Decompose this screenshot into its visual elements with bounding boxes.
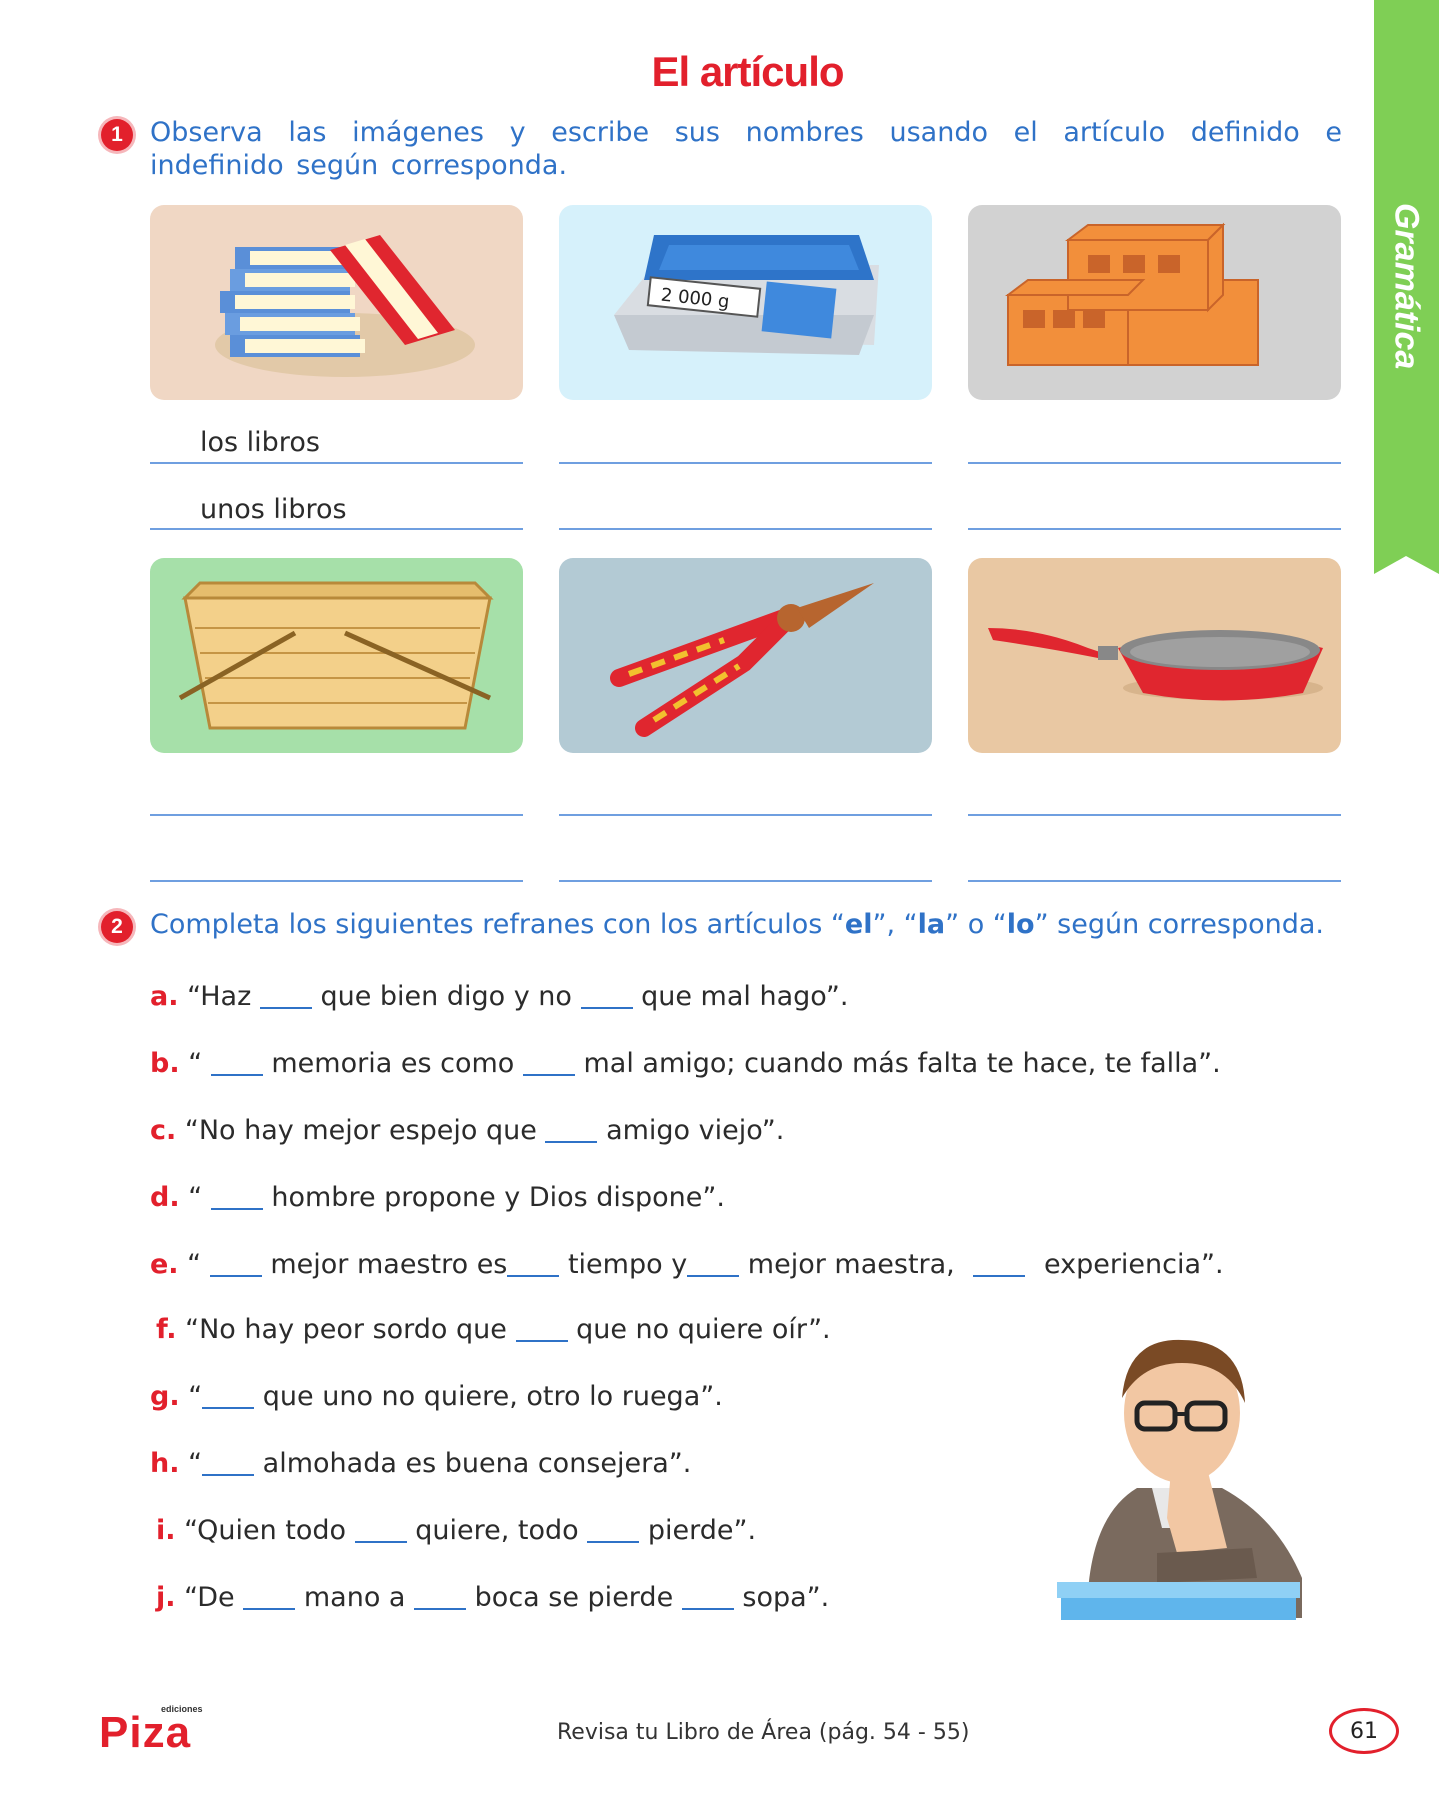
blank[interactable] — [522, 1048, 575, 1076]
blank[interactable] — [210, 1048, 263, 1076]
blank[interactable] — [515, 1314, 568, 1342]
page-number: 61 — [1329, 1708, 1399, 1754]
blank[interactable] — [973, 1249, 1026, 1277]
answer-line[interactable] — [559, 880, 932, 882]
exercise-1-number: 1 — [101, 119, 133, 151]
bricks-image — [968, 205, 1341, 400]
frying-pan-image — [968, 558, 1341, 753]
boy-pedestal-base — [1061, 1598, 1296, 1620]
blank[interactable] — [587, 1515, 640, 1543]
books-image — [150, 205, 523, 400]
pliers-image — [559, 558, 932, 753]
proverb-d: d. “ hombre propone y Dios dispone”. — [150, 1182, 725, 1213]
answer-books-definite: los libros — [200, 427, 320, 458]
section-tab-notch — [1374, 556, 1439, 574]
proverb-i: i. “Quien todo quiere, todo pierde”. — [156, 1515, 757, 1546]
proverb-e: e. “ mejor maestro es tiempo y mejor mae… — [150, 1249, 1224, 1280]
answer-line[interactable] — [150, 528, 523, 530]
basket-image — [150, 558, 523, 753]
proverb-g: g. “ que uno no quiere, otro lo ruega”. — [150, 1381, 723, 1412]
blank[interactable] — [354, 1515, 407, 1543]
blank[interactable] — [202, 1381, 255, 1409]
blank[interactable] — [545, 1115, 598, 1143]
answer-line[interactable] — [968, 528, 1341, 530]
answer-line[interactable] — [968, 814, 1341, 816]
blank[interactable] — [414, 1582, 467, 1610]
section-tab-label: Gramática — [1387, 202, 1426, 370]
page-title: El artículo — [651, 48, 844, 95]
answer-books-indefinite: unos libros — [200, 494, 347, 525]
proverb-a: a. “Haz que bien digo y no que mal hago”… — [150, 981, 849, 1012]
blank[interactable] — [202, 1448, 255, 1476]
proverb-b: b. “ memoria es como mal amigo; cuando m… — [150, 1048, 1221, 1079]
answer-line[interactable] — [559, 462, 932, 464]
answer-line[interactable] — [150, 462, 523, 464]
exercise-2-instruction: Completa los siguientes refranes con los… — [150, 909, 1325, 940]
proverb-j: j. “De mano a boca se pierde sopa”. — [156, 1582, 830, 1613]
blank[interactable] — [259, 981, 312, 1009]
blank[interactable] — [687, 1249, 740, 1277]
exercise-2-number: 2 — [101, 911, 133, 943]
blank[interactable] — [243, 1582, 296, 1610]
answer-line[interactable] — [559, 814, 932, 816]
scale-image: 2 000 g — [559, 205, 932, 400]
blank[interactable] — [209, 1249, 262, 1277]
answer-line[interactable] — [968, 880, 1341, 882]
answer-line[interactable] — [559, 528, 932, 530]
proverb-h: h. “ almohada es buena consejera”. — [150, 1448, 692, 1479]
answer-line[interactable] — [150, 814, 523, 816]
exercise-1-instruction: Observa las imágenes y escribe sus nombr… — [150, 117, 1342, 181]
blank[interactable] — [210, 1182, 263, 1210]
blank[interactable] — [507, 1249, 560, 1277]
answer-line[interactable] — [150, 880, 523, 882]
review-note: Revisa tu Libro de Área (pág. 54 - 55) — [557, 1720, 970, 1745]
blank[interactable] — [681, 1582, 734, 1610]
boy-pedestal-top — [1057, 1582, 1300, 1598]
publisher-logo: ediciones Piza — [99, 1704, 203, 1757]
answer-line[interactable] — [968, 462, 1341, 464]
proverb-c: c. “No hay mejor espejo que amigo viejo”… — [150, 1115, 785, 1146]
blank[interactable] — [580, 981, 633, 1009]
proverb-f: f. “No hay peor sordo que que no quiere … — [156, 1314, 831, 1345]
